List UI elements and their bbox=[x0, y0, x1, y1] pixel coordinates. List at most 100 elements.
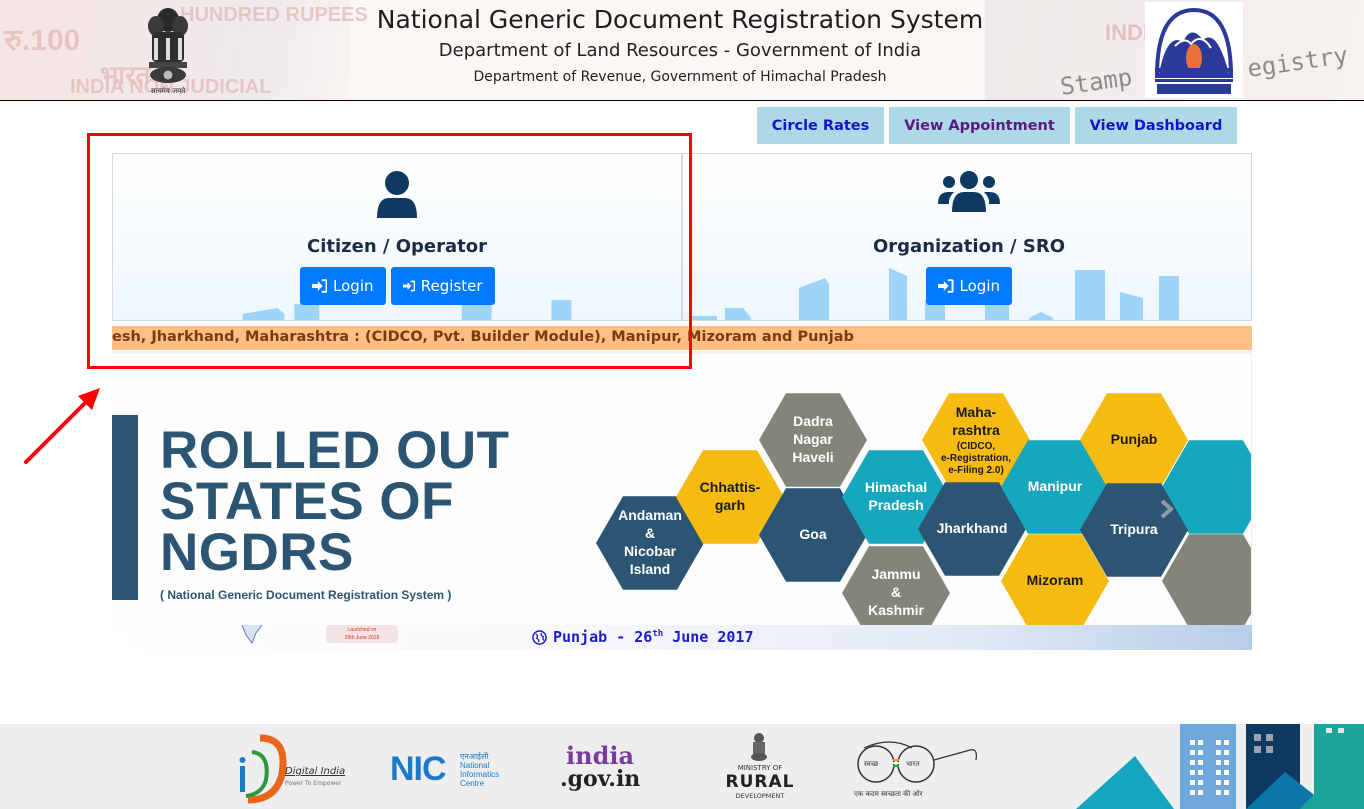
state-name: Goa bbox=[799, 526, 826, 542]
chevron-right-icon bbox=[1160, 499, 1175, 519]
citizen-actions: Login Register bbox=[113, 267, 681, 305]
state-name: Kashmir bbox=[868, 602, 925, 618]
state-name: & bbox=[891, 584, 901, 600]
organization-sro-title: Organization / SRO bbox=[872, 236, 1065, 257]
swachh-left-text: स्वच्छ bbox=[864, 760, 879, 768]
state-name: Jammu bbox=[871, 566, 920, 582]
ticker-month-year: June 2017 bbox=[672, 628, 754, 646]
launch-badge: Launched on 29th June 2018 bbox=[326, 625, 398, 643]
state-hexagon: Jammu & Kashmir bbox=[842, 546, 950, 625]
user-icon bbox=[375, 170, 419, 224]
ashoka-lion-icon bbox=[148, 8, 188, 83]
launch-ticker: Launched on 29th June 2018 Punjab - 26th… bbox=[112, 625, 1252, 650]
state-name: rashtra bbox=[952, 422, 1000, 438]
nic-line: National bbox=[460, 761, 490, 770]
ticker-state-date: Punjab - 26 bbox=[553, 628, 653, 646]
state-name: & bbox=[645, 525, 655, 541]
view-appointment-link[interactable]: View Appointment bbox=[889, 107, 1070, 144]
state-name: garh bbox=[715, 497, 745, 513]
sign-in-icon bbox=[402, 280, 415, 292]
hp-emblem-icon bbox=[1154, 7, 1234, 94]
digital-india-name: Digital India bbox=[285, 766, 346, 777]
citizen-login-label: Login bbox=[333, 277, 374, 295]
state-note: (CIDCO, bbox=[957, 441, 996, 452]
nic-line: Informatics bbox=[460, 770, 500, 779]
footer-partner-logos: Digital India Power To Empower NIC एनआईस… bbox=[0, 724, 1364, 809]
ticker-ordinal: th bbox=[652, 629, 664, 639]
digital-india-logo[interactable]: Digital India Power To Empower bbox=[230, 730, 350, 804]
organization-sro-panel: Organization / SRO Login bbox=[685, 154, 1251, 320]
citizen-login-button[interactable]: Login bbox=[299, 267, 386, 305]
view-dashboard-link[interactable]: View Dashboard bbox=[1075, 107, 1237, 144]
sign-in-icon bbox=[311, 279, 328, 293]
state-name: Jharkhand bbox=[937, 520, 1008, 536]
state-name: Chhattis- bbox=[700, 479, 761, 495]
citizen-operator-panel: Citizen / Operator Login Register bbox=[113, 154, 683, 320]
digital-india-tagline: Power To Empower bbox=[285, 780, 342, 787]
sign-in-icon bbox=[938, 279, 954, 293]
emblem-caption: सत्यमेव जयते bbox=[150, 87, 186, 95]
state-name: Maha- bbox=[956, 404, 997, 420]
citizen-operator-title: Citizen / Operator bbox=[306, 236, 488, 257]
state-name: Tripura bbox=[1110, 521, 1158, 537]
annotation-arrow-icon bbox=[24, 388, 100, 464]
nic-hindi: एनआईसी bbox=[460, 752, 489, 761]
users-group-icon bbox=[938, 170, 1000, 218]
nic-fullname: एनआईसी National Informatics Centre bbox=[460, 752, 499, 788]
rural-line2: RURAL bbox=[725, 772, 795, 792]
state-name: Pradesh bbox=[868, 497, 923, 513]
organization-actions: Login bbox=[685, 267, 1251, 305]
nic-logo[interactable]: NIC एनआईसी National Informatics Centre bbox=[388, 730, 513, 804]
stamp-text: Stamp bbox=[1058, 63, 1134, 101]
state-name: Dadra bbox=[793, 413, 833, 429]
ticker-text: Punjab - 26th June 2017 bbox=[532, 628, 754, 646]
quick-links: Circle Rates View Appointment View Dashb… bbox=[757, 107, 1237, 144]
site-title: National Generic Document Registration S… bbox=[376, 5, 984, 34]
state-note: e-Registration, bbox=[941, 453, 1011, 464]
state-note: e-Filing 2.0) bbox=[948, 465, 1004, 476]
state-name: Mizoram bbox=[1027, 572, 1084, 588]
organization-login-button[interactable]: Login bbox=[926, 267, 1012, 305]
citizen-register-label: Register bbox=[420, 277, 483, 295]
buildings-illustration bbox=[1076, 724, 1364, 809]
globe-icon bbox=[532, 629, 547, 645]
swachh-right-text: भारत bbox=[906, 760, 920, 768]
state-name: Nagar bbox=[793, 431, 833, 447]
launch-date: 29th June 2018 bbox=[344, 635, 380, 641]
stamp-text: रु.100 bbox=[4, 24, 81, 57]
india-gov-logo[interactable]: india .gov.in bbox=[560, 730, 650, 804]
india-map-fragment bbox=[241, 625, 263, 645]
marquee-text: esh, Jharkhand, Maharashtra : (CIDCO, Pv… bbox=[112, 329, 854, 345]
national-emblem-logo: सत्यमेव जयते bbox=[140, 2, 196, 98]
ministry-rural-development-logo[interactable]: MINISTRY OF RURAL DEVELOPMENT bbox=[715, 730, 805, 804]
swachh-bharat-logo[interactable]: स्वच्छ भारत एक कदम स्वच्छता की ओर bbox=[850, 730, 985, 804]
site-subtitle-state: Department of Revenue, Government of Him… bbox=[473, 69, 887, 85]
site-subtitle: Department of Land Resources - Governmen… bbox=[438, 40, 922, 61]
organization-login-label: Login bbox=[959, 277, 1000, 295]
india-gov-bottom: .gov.in bbox=[560, 766, 641, 792]
carousel-next-button[interactable] bbox=[1156, 498, 1178, 520]
citizen-register-button[interactable]: Register bbox=[390, 267, 495, 305]
state-name: Nicobar bbox=[624, 543, 677, 559]
header-titles: National Generic Document Registration S… bbox=[360, 0, 1000, 89]
nic-wordmark: NIC bbox=[390, 750, 447, 788]
rolled-out-states-carousel: ROLLED OUT STATES OF NGDRS ( National Ge… bbox=[112, 355, 1252, 625]
state-name: Andaman bbox=[618, 507, 682, 523]
rural-line3: DEVELOPMENT bbox=[735, 792, 785, 800]
state-name: Island bbox=[630, 561, 670, 577]
state-name: Punjab bbox=[1111, 431, 1158, 447]
nic-line: Centre bbox=[460, 779, 485, 788]
state-hexagon: Dadra Nagar Haveli bbox=[759, 393, 867, 487]
swachh-tagline: एक कदम स्वच्छता की ओर bbox=[854, 790, 923, 798]
divider bbox=[112, 351, 1252, 354]
rural-line1: MINISTRY OF bbox=[737, 764, 783, 772]
login-panels: Citizen / Operator Login Register Organi… bbox=[112, 153, 1252, 321]
rollout-marquee: esh, Jharkhand, Maharashtra : (CIDCO, Pv… bbox=[112, 326, 1252, 350]
stamp-text: HUNDRED RUPEES bbox=[180, 4, 368, 26]
state-name: Haveli bbox=[792, 449, 833, 465]
india-gov-top: india bbox=[566, 741, 635, 770]
stamp-text: egistry bbox=[1245, 41, 1350, 83]
ashoka-lion-icon bbox=[751, 733, 767, 761]
state-name: Himachal bbox=[865, 479, 927, 495]
circle-rates-link[interactable]: Circle Rates bbox=[757, 107, 884, 144]
